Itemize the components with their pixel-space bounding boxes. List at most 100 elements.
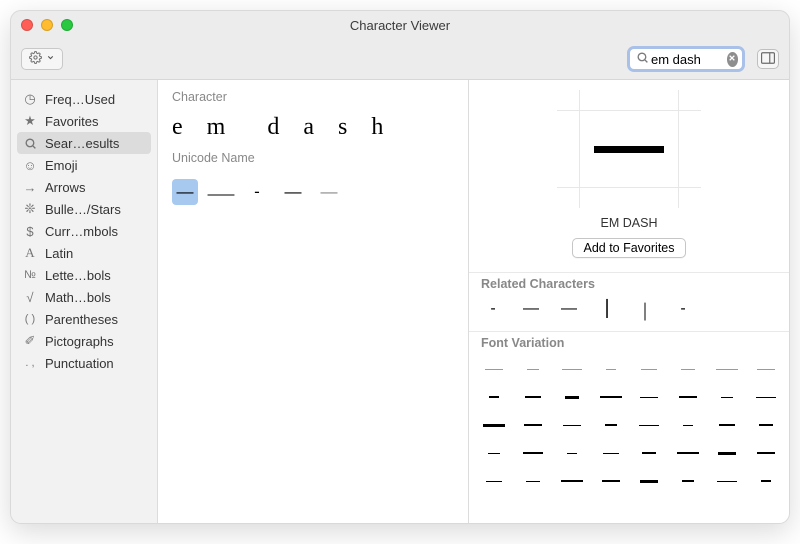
sidebar-item-label: Lette…bols (45, 268, 111, 283)
chevron-down-icon (46, 53, 55, 65)
sidebar-item-emoji[interactable]: ☺ Emoji (17, 154, 151, 176)
character-name: EM DASH (601, 216, 658, 230)
sidebar-item-latin[interactable]: A Latin (17, 242, 151, 264)
font-variation-glyph[interactable] (675, 388, 701, 406)
candidate-glyph[interactable]: — (316, 179, 342, 205)
font-variation-glyph[interactable] (636, 472, 662, 490)
font-variation-glyph[interactable] (753, 360, 779, 378)
related-char[interactable]: ￨ (633, 297, 657, 321)
magnify-icon (22, 137, 38, 150)
candidate-glyph[interactable]: - (244, 179, 270, 205)
font-variation-glyph[interactable] (598, 444, 624, 462)
font-variation-glyph[interactable] (753, 388, 779, 406)
font-variation-glyph[interactable] (636, 416, 662, 434)
font-variation-glyph[interactable] (753, 472, 779, 490)
arrow-icon: → (22, 180, 38, 195)
related-char[interactable]: — (519, 300, 543, 318)
font-variation-glyph[interactable] (520, 416, 546, 434)
font-variation-glyph[interactable] (636, 388, 662, 406)
font-variation-glyph[interactable] (481, 388, 507, 406)
related-characters-row: - — — ⎮ ￨ - (469, 297, 789, 327)
search-icon (636, 51, 649, 67)
sidebar-item-pictographs[interactable]: ✐ Pictographs (17, 330, 151, 352)
candidate-glyph[interactable]: ⸺ (208, 179, 234, 205)
font-variation-glyph[interactable] (714, 472, 740, 490)
star-icon: ★ (22, 113, 38, 129)
font-variation-glyph[interactable] (559, 416, 585, 434)
view-options-button[interactable] (21, 48, 63, 70)
font-variation-glyph[interactable] (675, 360, 701, 378)
unicode-name-section-label: Unicode Name (172, 151, 454, 165)
panel-toggle-button[interactable] (757, 49, 779, 69)
sidebar-item-frequent[interactable]: ◷ Freq…Used (17, 88, 151, 110)
font-variation-glyph[interactable] (636, 360, 662, 378)
font-variation-glyph[interactable] (559, 444, 585, 462)
font-variation-glyph[interactable] (481, 416, 507, 434)
font-variation-glyph[interactable] (753, 416, 779, 434)
sidebar-item-letterlike[interactable]: № Lette…bols (17, 264, 151, 286)
font-variation-grid (469, 356, 789, 500)
font-variation-glyph[interactable] (636, 444, 662, 462)
font-variation-glyph[interactable] (675, 416, 701, 434)
font-variation-glyph[interactable] (559, 388, 585, 406)
related-char[interactable]: - (481, 300, 505, 318)
font-variation-glyph[interactable] (520, 388, 546, 406)
sidebar-item-favorites[interactable]: ★ Favorites (17, 110, 151, 132)
close-window-button[interactable] (21, 19, 33, 31)
font-variation-glyph[interactable] (598, 472, 624, 490)
punct-icon: . , (22, 357, 38, 369)
candidate-glyph[interactable]: — (280, 179, 306, 205)
font-variation-glyph[interactable] (520, 444, 546, 462)
font-variation-glyph[interactable] (520, 360, 546, 378)
sidebar-item-label: Parentheses (45, 312, 118, 327)
picto-icon: ✐ (22, 333, 38, 349)
sqrt-icon: √ (22, 290, 38, 305)
font-variation-glyph[interactable] (520, 472, 546, 490)
related-char[interactable]: - (671, 300, 695, 318)
decomp-char: h (371, 114, 389, 141)
font-variation-glyph[interactable] (481, 360, 507, 378)
parens-icon: ( ) (22, 313, 38, 325)
candidate-glyph-selected[interactable]: — (172, 179, 198, 205)
search-input[interactable] (649, 52, 727, 67)
gear-icon (29, 51, 42, 67)
font-variation-glyph[interactable] (559, 360, 585, 378)
related-char[interactable]: — (557, 300, 581, 318)
minimize-window-button[interactable] (41, 19, 53, 31)
font-variation-glyph[interactable] (714, 388, 740, 406)
category-sidebar: ◷ Freq…Used ★ Favorites Sear…esults ☺ Em… (11, 80, 158, 523)
glyph-preview[interactable] (557, 90, 701, 208)
asterisk-icon: ❊ (22, 201, 38, 217)
font-variation-glyph[interactable] (598, 360, 624, 378)
sidebar-item-label: Arrows (45, 180, 85, 195)
add-to-favorites-button[interactable]: Add to Favorites (572, 238, 685, 258)
zoom-window-button[interactable] (61, 19, 73, 31)
font-variation-glyph[interactable] (481, 444, 507, 462)
font-variation-glyph[interactable] (714, 416, 740, 434)
sidebar-item-currency[interactable]: $ Curr…mbols (17, 220, 151, 242)
sidebar-item-math[interactable]: √ Math…bols (17, 286, 151, 308)
search-field[interactable] (627, 46, 745, 72)
clear-search-button[interactable] (727, 52, 738, 67)
font-variation-glyph[interactable] (675, 472, 701, 490)
titlebar: Character Viewer (11, 11, 789, 39)
font-variation-glyph[interactable] (753, 444, 779, 462)
font-variation-glyph[interactable] (598, 388, 624, 406)
dollar-icon: $ (22, 224, 38, 239)
font-variation-glyph[interactable] (714, 360, 740, 378)
font-variation-glyph[interactable] (481, 472, 507, 490)
sidebar-item-punctuation[interactable]: . , Punctuation (17, 352, 151, 374)
sidebar-item-parentheses[interactable]: ( ) Parentheses (17, 308, 151, 330)
font-variation-glyph[interactable] (714, 444, 740, 462)
font-variation-glyph[interactable] (675, 444, 701, 462)
sidebar-item-search-results[interactable]: Sear…esults (17, 132, 151, 154)
character-decomposition: e m d a s h (172, 114, 454, 141)
character-viewer-window: Character Viewer (10, 10, 790, 524)
sidebar-item-arrows[interactable]: → Arrows (17, 176, 151, 198)
sidebar-item-bullets[interactable]: ❊ Bulle…/Stars (17, 198, 151, 220)
font-variation-glyph[interactable] (559, 472, 585, 490)
sidebar-item-label: Sear…esults (45, 136, 119, 151)
related-char[interactable]: ⎮ (595, 299, 619, 319)
decomp-char: a (303, 114, 320, 141)
font-variation-glyph[interactable] (598, 416, 624, 434)
